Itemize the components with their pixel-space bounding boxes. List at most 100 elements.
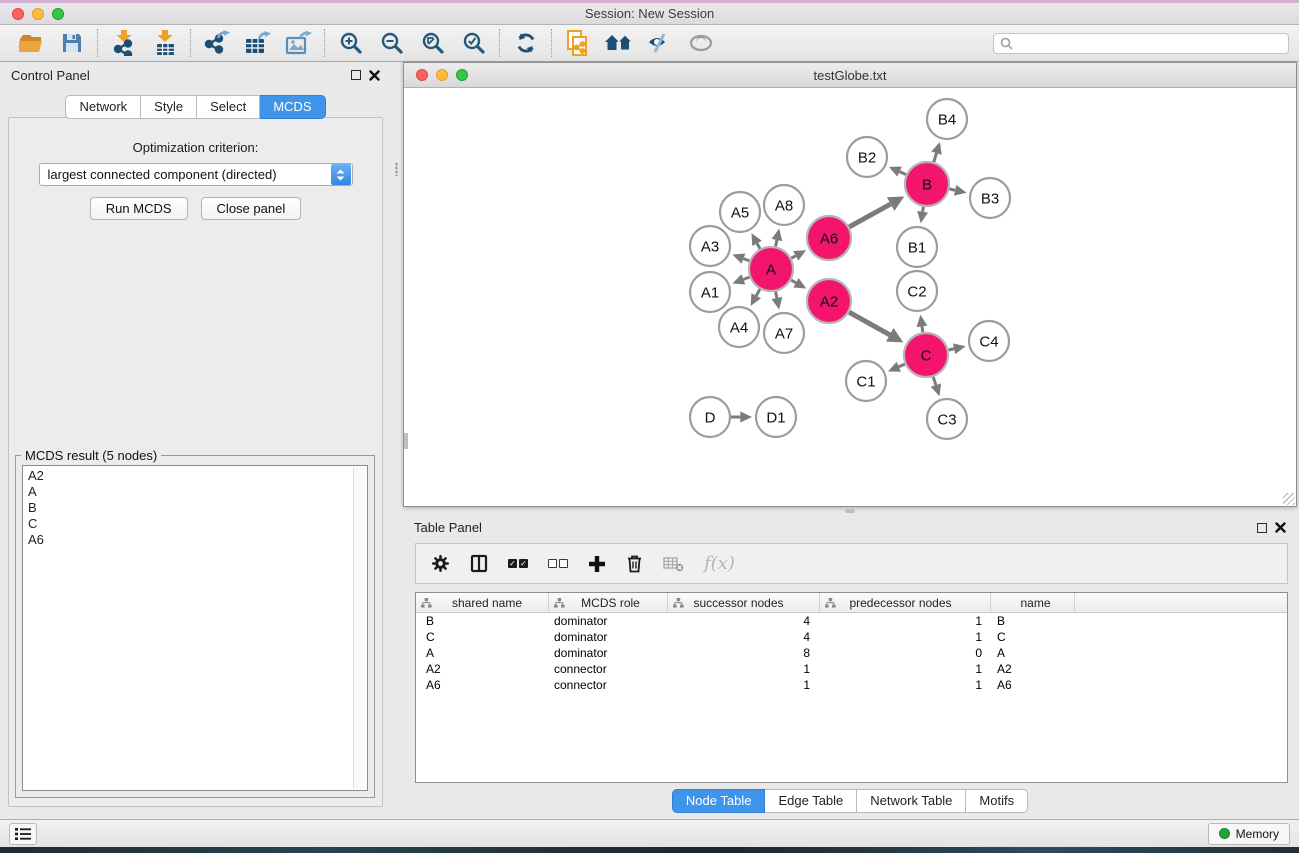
function-builder-button-disabled[interactable]: f(x) bbox=[704, 553, 735, 574]
table-cell[interactable]: A2 bbox=[991, 662, 1075, 676]
table-row[interactable]: Cdominator41C bbox=[416, 629, 1287, 645]
tab-style[interactable]: Style bbox=[141, 95, 197, 119]
open-session-button[interactable] bbox=[10, 28, 51, 59]
table-cell[interactable]: dominator bbox=[549, 630, 668, 644]
float-panel-icon[interactable] bbox=[1257, 523, 1267, 533]
canvas-side-handle[interactable] bbox=[404, 433, 408, 449]
select-all-button[interactable]: ✓ ✓ bbox=[508, 559, 528, 568]
deselect-all-button[interactable] bbox=[548, 559, 568, 568]
tab-mcds[interactable]: MCDS bbox=[260, 95, 325, 119]
graph-edge[interactable] bbox=[849, 312, 890, 335]
run-mcds-button[interactable]: Run MCDS bbox=[90, 197, 188, 220]
table-cell[interactable]: connector bbox=[549, 678, 668, 692]
graph-edge[interactable] bbox=[899, 364, 905, 367]
graph-edge[interactable] bbox=[791, 256, 795, 258]
import-table-button[interactable] bbox=[144, 28, 185, 59]
network-canvas[interactable]: B4B2BB3A8A5A6A3B1AA1C2A2A4A7C4CC1C3DD1 bbox=[404, 88, 1296, 506]
refresh-view-button[interactable] bbox=[505, 28, 546, 59]
graph-edge[interactable] bbox=[948, 349, 954, 350]
table-cell[interactable]: 1 bbox=[820, 630, 991, 644]
table-cell[interactable]: C bbox=[991, 630, 1075, 644]
delete-column-button[interactable] bbox=[626, 554, 643, 573]
table-cell[interactable]: dominator bbox=[549, 646, 668, 660]
export-image-button[interactable] bbox=[278, 28, 319, 59]
export-network-button[interactable] bbox=[196, 28, 237, 59]
horizontal-splitter[interactable] bbox=[403, 507, 1297, 515]
table-cell[interactable]: C bbox=[416, 630, 549, 644]
hide-graphics-details-button[interactable] bbox=[639, 28, 680, 59]
column-header-name[interactable]: name bbox=[991, 593, 1075, 612]
window-resize-grip[interactable] bbox=[1283, 493, 1295, 505]
table-cell[interactable]: A6 bbox=[991, 678, 1075, 692]
add-row-button[interactable] bbox=[588, 555, 606, 573]
graph-edge[interactable] bbox=[934, 153, 937, 162]
mcds-result-item[interactable]: A bbox=[28, 484, 367, 500]
close-panel-icon[interactable] bbox=[1275, 522, 1286, 533]
zoom-out-button[interactable] bbox=[371, 28, 412, 59]
table-cell[interactable]: 1 bbox=[820, 662, 991, 676]
save-session-button[interactable] bbox=[51, 28, 92, 59]
create-network-view-button[interactable] bbox=[557, 28, 598, 59]
graph-edge[interactable] bbox=[922, 326, 923, 332]
export-table-button[interactable] bbox=[237, 28, 278, 59]
delete-table-button-disabled[interactable] bbox=[663, 556, 684, 572]
table-row[interactable]: Bdominator41B bbox=[416, 613, 1287, 629]
graph-edge[interactable] bbox=[791, 280, 796, 283]
table-settings-button[interactable] bbox=[431, 554, 450, 573]
panel-splitter[interactable] bbox=[391, 62, 403, 819]
tab-network[interactable]: Network bbox=[65, 95, 141, 119]
table-row[interactable]: A6connector11A6 bbox=[416, 677, 1287, 693]
graph-edge[interactable] bbox=[900, 172, 906, 175]
import-network-button[interactable] bbox=[103, 28, 144, 59]
mcds-result-item[interactable]: A2 bbox=[28, 468, 367, 484]
maximize-view-button[interactable] bbox=[456, 69, 468, 81]
graph-edge[interactable] bbox=[949, 189, 955, 190]
column-header-predecessor-nodes[interactable]: predecessor nodes bbox=[820, 593, 991, 612]
mcds-result-item[interactable]: A6 bbox=[28, 532, 367, 548]
show-graphics-details-button[interactable] bbox=[680, 28, 721, 59]
graph-edge[interactable] bbox=[757, 243, 760, 248]
graph-edge[interactable] bbox=[756, 289, 760, 296]
graph-edge[interactable] bbox=[933, 377, 936, 385]
table-cell[interactable]: 1 bbox=[820, 678, 991, 692]
float-panel-icon[interactable] bbox=[351, 70, 361, 80]
graph-edge[interactable] bbox=[776, 292, 777, 298]
scrollbar-track[interactable] bbox=[353, 467, 366, 789]
graph-edge[interactable] bbox=[923, 207, 924, 212]
minimize-view-button[interactable] bbox=[436, 69, 448, 81]
tab-node-table[interactable]: Node Table bbox=[672, 789, 766, 813]
close-window-button[interactable] bbox=[12, 8, 24, 20]
table-cell[interactable]: 0 bbox=[820, 646, 991, 660]
mcds-result-list[interactable]: A2ABCA6 bbox=[22, 465, 368, 791]
table-cell[interactable]: 1 bbox=[820, 614, 991, 628]
table-cell[interactable]: B bbox=[416, 614, 549, 628]
table-cell[interactable]: B bbox=[991, 614, 1075, 628]
minimize-window-button[interactable] bbox=[32, 8, 44, 20]
column-header-MCDS-role[interactable]: MCDS role bbox=[549, 593, 668, 612]
mcds-result-item[interactable]: C bbox=[28, 516, 367, 532]
table-cell[interactable]: 1 bbox=[668, 678, 820, 692]
tab-select[interactable]: Select bbox=[197, 95, 260, 119]
table-cell[interactable]: A bbox=[416, 646, 549, 660]
mcds-result-item[interactable]: B bbox=[28, 500, 367, 516]
network-graph[interactable]: B4B2BB3A8A5A6A3B1AA1C2A2A4A7C4CC1C3DD1 bbox=[404, 88, 1296, 506]
zoom-fit-button[interactable] bbox=[412, 28, 453, 59]
column-header-shared-name[interactable]: shared name bbox=[416, 593, 549, 612]
table-cell[interactable]: 1 bbox=[668, 662, 820, 676]
show-column-button[interactable] bbox=[470, 554, 488, 573]
zoom-selected-button[interactable] bbox=[453, 28, 494, 59]
table-cell[interactable]: A2 bbox=[416, 662, 549, 676]
graph-edge[interactable] bbox=[743, 277, 749, 279]
search-field[interactable] bbox=[993, 33, 1289, 54]
graph-edge[interactable] bbox=[776, 240, 777, 246]
search-input[interactable] bbox=[1018, 36, 1282, 50]
zoom-in-button[interactable] bbox=[330, 28, 371, 59]
table-cell[interactable]: dominator bbox=[549, 614, 668, 628]
zoom-window-button[interactable] bbox=[52, 8, 64, 20]
close-view-button[interactable] bbox=[416, 69, 428, 81]
table-row[interactable]: Adominator80A bbox=[416, 645, 1287, 661]
close-panel-icon[interactable] bbox=[369, 70, 380, 81]
show-home-panels-button[interactable] bbox=[598, 28, 639, 59]
close-panel-button[interactable]: Close panel bbox=[201, 197, 302, 220]
table-cell[interactable]: 8 bbox=[668, 646, 820, 660]
